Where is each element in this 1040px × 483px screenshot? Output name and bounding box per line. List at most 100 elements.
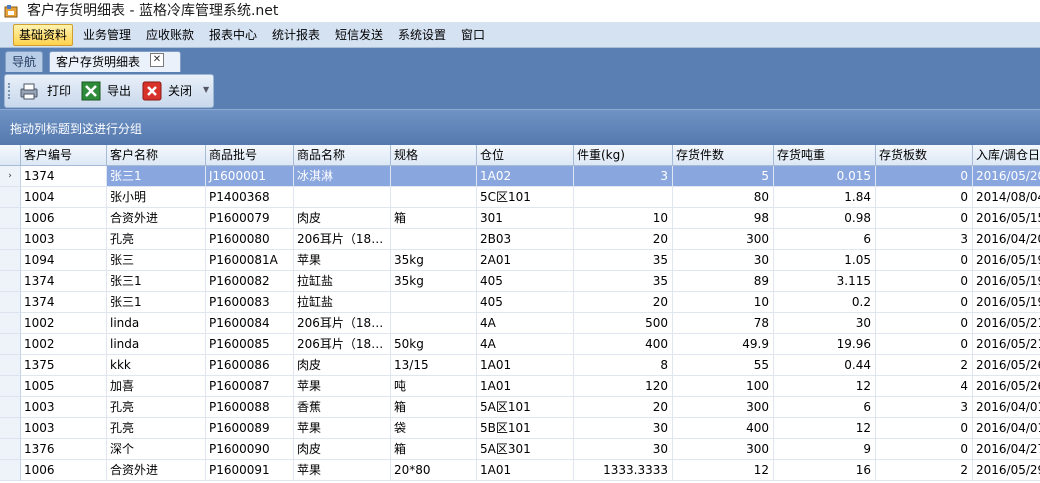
cell-stock-pallets[interactable]: 0 [876, 334, 973, 355]
column-header-batch-no[interactable]: 商品批号 [206, 145, 294, 166]
cell-customer-id[interactable]: 1374 [21, 292, 107, 313]
cell-in-date[interactable]: 2016/04/20 [973, 229, 1040, 250]
row-indicator[interactable] [0, 313, 21, 334]
cell-stock-pallets[interactable]: 4 [876, 376, 973, 397]
cell-in-date[interactable]: 2016/05/19 [973, 271, 1040, 292]
cell-product-name[interactable]: 苹果 [294, 376, 391, 397]
cell-unit-weight[interactable]: 20 [574, 229, 673, 250]
cell-stock-qty[interactable]: 55 [673, 355, 774, 376]
cell-customer-id[interactable]: 1374 [21, 166, 107, 187]
cell-in-date[interactable]: 2016/05/26 [973, 376, 1040, 397]
cell-customer-name[interactable]: 深个 [107, 439, 206, 460]
cell-stock-tons[interactable]: 6 [774, 397, 876, 418]
table-row[interactable]: 1002 linda P1600084 206耳片（181... 4A 500 78 30 0 2… [0, 313, 1040, 334]
cell-batch-no[interactable]: P1600079 [206, 208, 294, 229]
cell-stock-tons[interactable]: 16 [774, 460, 876, 481]
column-header-customer-name[interactable]: 客户名称 [107, 145, 206, 166]
row-indicator[interactable] [0, 355, 21, 376]
cell-customer-name[interactable]: kkk [107, 355, 206, 376]
cell-stock-tons[interactable]: 1.84 [774, 187, 876, 208]
cell-location[interactable]: 405 [477, 271, 574, 292]
cell-product-name[interactable]: 206耳片（181... [294, 229, 391, 250]
table-row[interactable]: 1003 孔亮 P1600089 苹果袋 5B区101 30 400 12 0 2016/04/0… [0, 418, 1040, 439]
cell-batch-no[interactable]: P1600089 [206, 418, 294, 439]
cell-location[interactable]: 405 [477, 292, 574, 313]
cell-batch-no[interactable]: P1400368 [206, 187, 294, 208]
cell-spec[interactable]: 35kg [391, 250, 477, 271]
row-indicator[interactable] [0, 229, 21, 250]
row-indicator[interactable] [0, 460, 21, 481]
table-row[interactable]: 1003 孔亮 P1600088 香蕉箱 5A区101 20 300 6 3 2016/04/01 [0, 397, 1040, 418]
menu-settings[interactable]: 系统设置 [393, 25, 451, 45]
row-indicator[interactable] [0, 250, 21, 271]
cell-customer-id[interactable]: 1003 [21, 418, 107, 439]
cell-customer-name[interactable]: 张三1 [107, 166, 206, 187]
cell-unit-weight[interactable]: 20 [574, 397, 673, 418]
column-header-spec[interactable]: 规格 [391, 145, 477, 166]
cell-spec[interactable]: 袋 [391, 418, 477, 439]
cell-customer-id[interactable]: 1002 [21, 334, 107, 355]
cell-location[interactable]: 5A区101 [477, 397, 574, 418]
cell-stock-qty[interactable]: 12 [673, 460, 774, 481]
cell-spec[interactable]: 吨 [391, 376, 477, 397]
cell-stock-tons[interactable]: 0.98 [774, 208, 876, 229]
row-indicator[interactable] [0, 439, 21, 460]
row-indicator[interactable] [0, 334, 21, 355]
cell-stock-qty[interactable]: 300 [673, 397, 774, 418]
toolbar-overflow-icon[interactable]: ▼ [203, 85, 209, 94]
print-button[interactable]: 打印 [19, 81, 75, 101]
cell-customer-name[interactable]: 孔亮 [107, 397, 206, 418]
table-row[interactable]: 1004 张小明 P1400368 5C区101 80 1.84 0 2014/08/04 [0, 187, 1040, 208]
cell-spec[interactable]: 20*80 [391, 460, 477, 481]
table-row[interactable]: 1374 张三1 P1600083 拉缸盐 405 20 10 0.2 0 2016/05/19 [0, 292, 1040, 313]
cell-stock-qty[interactable]: 49.9 [673, 334, 774, 355]
cell-stock-pallets[interactable]: 0 [876, 271, 973, 292]
column-header-in-date[interactable]: 入库/调仓日 [973, 145, 1040, 166]
export-button[interactable]: 导出 [81, 81, 137, 101]
cell-stock-qty[interactable]: 100 [673, 376, 774, 397]
cell-unit-weight[interactable]: 400 [574, 334, 673, 355]
cell-stock-tons[interactable]: 12 [774, 376, 876, 397]
cell-customer-name[interactable]: 张小明 [107, 187, 206, 208]
tab-navigation[interactable]: 导航 [5, 51, 44, 73]
tab-close-icon[interactable]: ✕ [150, 53, 164, 67]
column-header-stock-pallets[interactable]: 存货板数 [876, 145, 973, 166]
cell-spec[interactable] [391, 313, 477, 334]
cell-stock-pallets[interactable]: 0 [876, 166, 973, 187]
cell-stock-qty[interactable]: 300 [673, 439, 774, 460]
table-row[interactable]: 1374 张三1 P1600082 拉缸盐 35kg 405 35 89 3.115 0 2016/… [0, 271, 1040, 292]
cell-spec[interactable]: 箱 [391, 208, 477, 229]
cell-spec[interactable] [391, 229, 477, 250]
cell-stock-pallets[interactable]: 0 [876, 187, 973, 208]
cell-product-name[interactable]: 肉皮 [294, 208, 391, 229]
menu-basic-data[interactable]: 基础资料 [13, 24, 74, 46]
table-row[interactable]: 1094 张三 P1600081A 苹果 35kg 2A01 35 30 1.05 0 2016/0… [0, 250, 1040, 271]
table-row[interactable]: 1006 合资外进 P1600079 肉皮箱 301 10 98 0.98 0 2016/05/1… [0, 208, 1040, 229]
row-indicator[interactable] [0, 271, 21, 292]
row-indicator[interactable] [0, 187, 21, 208]
table-row[interactable]: 1376 深个 P1600090 肉皮箱 5A区301 30 300 9 0 2016/04/27 [0, 439, 1040, 460]
cell-in-date[interactable]: 2016/05/19 [973, 292, 1040, 313]
cell-stock-tons[interactable]: 9 [774, 439, 876, 460]
cell-batch-no[interactable]: P1600083 [206, 292, 294, 313]
column-header-stock-tons[interactable]: 存货吨重 [774, 145, 876, 166]
cell-spec[interactable] [391, 166, 477, 187]
cell-unit-weight[interactable]: 35 [574, 250, 673, 271]
cell-product-name[interactable]: 冰淇淋 [294, 166, 391, 187]
cell-stock-qty[interactable]: 78 [673, 313, 774, 334]
cell-stock-pallets[interactable]: 0 [876, 250, 973, 271]
cell-stock-tons[interactable]: 30 [774, 313, 876, 334]
cell-stock-tons[interactable]: 3.115 [774, 271, 876, 292]
cell-in-date[interactable]: 2016/05/29 [973, 460, 1040, 481]
cell-customer-id[interactable]: 1006 [21, 208, 107, 229]
table-row[interactable]: 1002 linda P1600085 206耳片（181... 50kg 4A 400 49… [0, 334, 1040, 355]
cell-batch-no[interactable]: P1600085 [206, 334, 294, 355]
cell-location[interactable]: 4A [477, 334, 574, 355]
cell-in-date[interactable]: 2014/08/04 [973, 187, 1040, 208]
row-indicator[interactable] [0, 376, 21, 397]
cell-customer-id[interactable]: 1005 [21, 376, 107, 397]
table-row[interactable]: › 1374 张三1 J1600001 冰淇淋 1A02 3 5 0.015 0 2016/05/2… [0, 166, 1040, 187]
cell-product-name[interactable]: 拉缸盐 [294, 271, 391, 292]
cell-location[interactable]: 4A [477, 313, 574, 334]
cell-customer-id[interactable]: 1003 [21, 229, 107, 250]
